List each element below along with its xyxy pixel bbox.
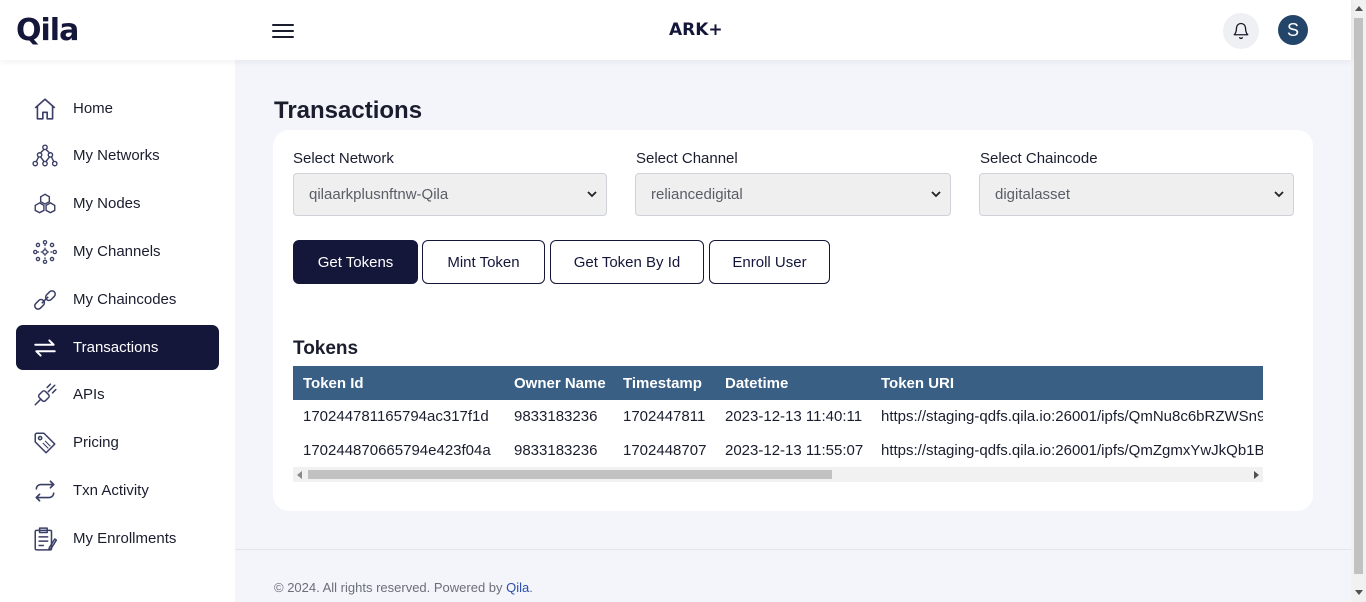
home-icon bbox=[30, 94, 60, 124]
tokens-section-title: Tokens bbox=[293, 338, 359, 359]
ark-plus-brand: ARK+ bbox=[669, 20, 723, 40]
table-horizontal-scrollbar[interactable] bbox=[293, 467, 1263, 482]
scroll-down-arrow-icon[interactable] bbox=[1355, 590, 1363, 596]
scroll-right-arrow-icon[interactable] bbox=[1253, 471, 1260, 479]
network-select-value: qilaarkplusnftnw-Qila bbox=[309, 186, 449, 203]
nodes-icon bbox=[30, 189, 60, 219]
sidebar-item-txn-activity[interactable]: Txn Activity bbox=[16, 468, 219, 513]
qila-footer-link[interactable]: Qila bbox=[506, 580, 529, 595]
sidebar-item-apis[interactable]: APIs bbox=[16, 372, 219, 417]
sidebar-item-label: APIs bbox=[73, 386, 105, 403]
channel-label: Select Channel bbox=[636, 150, 738, 167]
transactions-card: Select Network qilaarkplusnftnw-Qila Sel… bbox=[273, 130, 1313, 511]
column-header[interactable]: Token URI bbox=[881, 375, 954, 392]
sidebar-item-label: My Chaincodes bbox=[73, 291, 177, 308]
sidebar-item-label: My Networks bbox=[73, 147, 160, 164]
channel-select[interactable]: reliancedigital bbox=[635, 173, 951, 216]
scrollbar-thumb[interactable] bbox=[308, 470, 832, 479]
column-header[interactable]: Owner Name bbox=[514, 375, 606, 392]
enroll-user-button[interactable]: Enroll User bbox=[709, 240, 830, 284]
chevron-down-icon bbox=[1274, 191, 1284, 198]
clipboard-icon bbox=[30, 524, 60, 554]
page-title: Transactions bbox=[274, 97, 423, 124]
footer-suffix: . bbox=[529, 580, 533, 595]
network-icon bbox=[30, 141, 60, 171]
sidebar-item-label: My Channels bbox=[73, 243, 161, 260]
table-row[interactable]: 170244781165794ac317f1d 9833183236 17024… bbox=[293, 400, 1263, 434]
page-vertical-scrollbar[interactable] bbox=[1351, 0, 1366, 602]
price-tag-icon bbox=[30, 428, 60, 458]
sidebar-item-label: Home bbox=[73, 100, 114, 117]
network-select[interactable]: qilaarkplusnftnw-Qila bbox=[293, 173, 607, 216]
column-header[interactable]: Token Id bbox=[303, 375, 364, 392]
table-header: Token Id Owner Name Timestamp Datetime T… bbox=[293, 366, 1263, 400]
footer-text: © 2024. All rights reserved. Powered by bbox=[274, 580, 507, 595]
qila-logo[interactable]: Qila bbox=[16, 13, 79, 49]
top-bar: Qila ARK+ S bbox=[0, 0, 1351, 60]
sidebar-item-my-chaincodes[interactable]: My Chaincodes bbox=[16, 277, 219, 322]
sidebar-item-home[interactable]: Home bbox=[16, 86, 219, 131]
api-plug-icon bbox=[30, 380, 60, 410]
chevron-down-icon bbox=[587, 191, 597, 198]
table-row[interactable]: 170244870665794e423f04a 9833183236 17024… bbox=[293, 434, 1263, 468]
network-label: Select Network bbox=[293, 150, 394, 167]
get-tokens-button[interactable]: Get Tokens bbox=[293, 240, 418, 284]
token-id-cell: 170244870665794e423f04a bbox=[303, 442, 491, 459]
tokens-table: Token Id Owner Name Timestamp Datetime T… bbox=[293, 366, 1263, 483]
sidebar-item-label: Transactions bbox=[73, 339, 159, 356]
datetime-cell: 2023-12-13 11:55:07 bbox=[725, 442, 864, 459]
sidebar-item-my-nodes[interactable]: My Nodes bbox=[16, 181, 219, 226]
sidebar-item-label: My Enrollments bbox=[73, 530, 177, 547]
footer-divider bbox=[235, 549, 1351, 550]
sidebar-item-pricing[interactable]: Pricing bbox=[16, 420, 219, 465]
timestamp-cell: 1702448707 bbox=[623, 442, 707, 459]
mint-token-button[interactable]: Mint Token bbox=[422, 240, 545, 284]
chaincode-select[interactable]: digitalasset bbox=[979, 173, 1294, 216]
token-uri-cell[interactable]: https://staging-qdfs.qila.io:26001/ipfs/… bbox=[881, 442, 1263, 459]
channels-icon bbox=[30, 237, 60, 267]
sidebar-item-my-networks[interactable]: My Networks bbox=[16, 133, 219, 178]
datetime-cell: 2023-12-13 11:40:11 bbox=[725, 408, 863, 425]
chaincode-label: Select Chaincode bbox=[980, 150, 1098, 167]
transfer-arrows-icon bbox=[30, 333, 60, 363]
sidebar-item-my-enrollments[interactable]: My Enrollments bbox=[16, 516, 219, 561]
scrollbar-thumb[interactable] bbox=[1354, 18, 1363, 574]
sidebar-item-label: My Nodes bbox=[73, 195, 141, 212]
chaincode-select-value: digitalasset bbox=[995, 186, 1071, 203]
user-avatar[interactable]: S bbox=[1278, 15, 1308, 45]
owner-name-cell: 9833183236 bbox=[514, 442, 598, 459]
token-id-cell: 170244781165794ac317f1d bbox=[303, 408, 489, 425]
channel-select-value: reliancedigital bbox=[651, 186, 743, 203]
menu-toggle-icon[interactable] bbox=[272, 20, 294, 42]
main-content: Transactions Select Network qilaarkplusn… bbox=[235, 60, 1351, 602]
sidebar-item-label: Pricing bbox=[73, 434, 119, 451]
footer: © 2024. All rights reserved. Powered by … bbox=[274, 580, 533, 595]
token-uri-cell[interactable]: https://staging-qdfs.qila.io:26001/ipfs/… bbox=[881, 408, 1263, 425]
scroll-left-arrow-icon[interactable] bbox=[296, 471, 303, 479]
notification-bell-icon[interactable] bbox=[1223, 13, 1259, 49]
sidebar-item-my-channels[interactable]: My Channels bbox=[16, 229, 219, 274]
sidebar: Home My Networks My Nodes My Channels My… bbox=[0, 60, 235, 602]
column-header[interactable]: Timestamp bbox=[623, 375, 702, 392]
owner-name-cell: 9833183236 bbox=[514, 408, 598, 425]
sidebar-item-transactions[interactable]: Transactions bbox=[16, 325, 219, 370]
timestamp-cell: 1702447811 bbox=[623, 408, 706, 425]
get-token-by-id-button[interactable]: Get Token By Id bbox=[550, 240, 704, 284]
activity-arrows-icon bbox=[30, 476, 60, 506]
sidebar-item-label: Txn Activity bbox=[73, 482, 149, 499]
column-header[interactable]: Datetime bbox=[725, 375, 788, 392]
chain-link-icon bbox=[30, 285, 60, 315]
chevron-down-icon bbox=[931, 191, 941, 198]
scroll-up-arrow-icon[interactable] bbox=[1355, 5, 1363, 11]
